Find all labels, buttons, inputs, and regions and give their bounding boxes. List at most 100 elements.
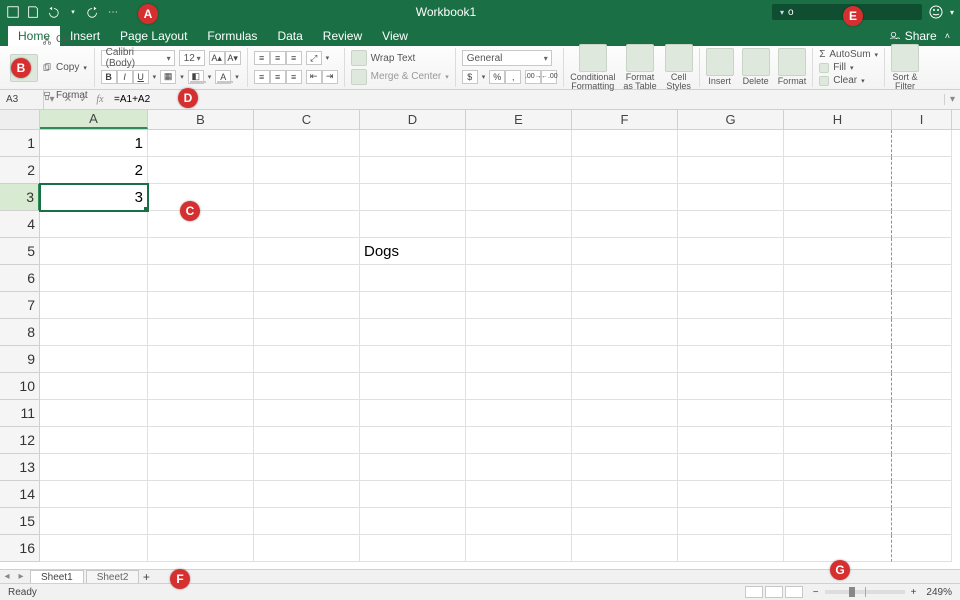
cell-E11[interactable] — [466, 400, 572, 427]
collapse-ribbon-icon[interactable]: ˄ — [945, 31, 950, 41]
cell-G3[interactable] — [678, 184, 784, 211]
clear-button[interactable]: Clear▾ — [819, 75, 878, 86]
cell-C3[interactable] — [254, 184, 360, 211]
cell-D5[interactable]: Dogs — [360, 238, 466, 265]
save-icon[interactable] — [26, 5, 40, 19]
cell-C2[interactable] — [254, 157, 360, 184]
underline-dropdown[interactable]: ▾ — [153, 73, 157, 81]
underline-button[interactable]: U — [133, 70, 149, 84]
cell-D3[interactable] — [360, 184, 466, 211]
comma-button[interactable]: , — [505, 70, 521, 84]
cell-H5[interactable] — [784, 238, 892, 265]
view-normal-button[interactable] — [745, 586, 763, 598]
cell-A12[interactable] — [40, 427, 148, 454]
row-header-13[interactable]: 13 — [0, 454, 40, 481]
spreadsheet-grid[interactable]: ABCDEFGHI 11223345Dogs678910111213141516 — [0, 110, 960, 569]
cell-A11[interactable] — [40, 400, 148, 427]
cell-I9[interactable] — [892, 346, 952, 373]
column-header-A[interactable]: A — [40, 110, 148, 129]
cell-H14[interactable] — [784, 481, 892, 508]
cell-C9[interactable] — [254, 346, 360, 373]
cell-H6[interactable] — [784, 265, 892, 292]
align-top-button[interactable]: ≡ — [254, 51, 270, 65]
cell-C13[interactable] — [254, 454, 360, 481]
cell-H2[interactable] — [784, 157, 892, 184]
cell-C16[interactable] — [254, 535, 360, 562]
cell-B4[interactable] — [148, 211, 254, 238]
cell-B5[interactable] — [148, 238, 254, 265]
cell-B8[interactable] — [148, 319, 254, 346]
cell-B3[interactable] — [148, 184, 254, 211]
sheet-tab-sheet2[interactable]: Sheet2 — [86, 570, 140, 583]
cell-G5[interactable] — [678, 238, 784, 265]
feedback-icon[interactable] — [928, 4, 944, 20]
cell-A16[interactable] — [40, 535, 148, 562]
cell-E9[interactable] — [466, 346, 572, 373]
cell-H16[interactable] — [784, 535, 892, 562]
column-header-C[interactable]: C — [254, 110, 360, 129]
conditional-formatting-button[interactable]: Conditional Formatting — [570, 44, 615, 92]
fill-color-button[interactable]: ◧ — [188, 70, 204, 84]
ribbon-tab-formulas[interactable]: Formulas — [197, 26, 267, 46]
cell-D13[interactable] — [360, 454, 466, 481]
cell-D4[interactable] — [360, 211, 466, 238]
row-header-6[interactable]: 6 — [0, 265, 40, 292]
format-as-table-button[interactable]: Format as Table — [623, 44, 656, 92]
app-menu-icon[interactable] — [6, 5, 20, 19]
cell-G6[interactable] — [678, 265, 784, 292]
accept-formula-icon[interactable]: ✓ — [76, 94, 92, 105]
cell-D7[interactable] — [360, 292, 466, 319]
cell-styles-button[interactable]: Cell Styles — [665, 44, 693, 92]
orientation-dropdown[interactable]: ▾ — [326, 54, 330, 62]
cell-E10[interactable] — [466, 373, 572, 400]
cell-G1[interactable] — [678, 130, 784, 157]
cell-A5[interactable] — [40, 238, 148, 265]
format-cells-button[interactable]: Format — [778, 48, 807, 86]
cell-I15[interactable] — [892, 508, 952, 535]
row-header-10[interactable]: 10 — [0, 373, 40, 400]
cell-E13[interactable] — [466, 454, 572, 481]
indent-button[interactable]: ⇥ — [322, 70, 338, 84]
cell-H13[interactable] — [784, 454, 892, 481]
increase-decimal-button[interactable]: .00→ — [525, 70, 541, 84]
column-header-F[interactable]: F — [572, 110, 678, 129]
font-shrink-button[interactable]: A▾ — [225, 51, 241, 65]
wrap-text-button[interactable]: Wrap Text — [351, 50, 449, 67]
cell-F7[interactable] — [572, 292, 678, 319]
cell-G16[interactable] — [678, 535, 784, 562]
cell-B15[interactable] — [148, 508, 254, 535]
sheet-tab-sheet1[interactable]: Sheet1 — [30, 570, 84, 583]
cell-F12[interactable] — [572, 427, 678, 454]
align-middle-button[interactable]: ≡ — [270, 51, 286, 65]
zoom-out-button[interactable]: − — [813, 587, 819, 598]
zoom-slider[interactable] — [825, 590, 905, 594]
cell-B6[interactable] — [148, 265, 254, 292]
cell-B7[interactable] — [148, 292, 254, 319]
cell-D10[interactable] — [360, 373, 466, 400]
cell-I14[interactable] — [892, 481, 952, 508]
cell-C5[interactable] — [254, 238, 360, 265]
cell-D9[interactable] — [360, 346, 466, 373]
name-box[interactable]: A3 — [0, 90, 44, 109]
cell-E2[interactable] — [466, 157, 572, 184]
cell-I5[interactable] — [892, 238, 952, 265]
cell-F5[interactable] — [572, 238, 678, 265]
cell-D11[interactable] — [360, 400, 466, 427]
ribbon-tab-review[interactable]: Review — [313, 26, 372, 46]
row-header-14[interactable]: 14 — [0, 481, 40, 508]
redo-icon[interactable] — [86, 5, 100, 19]
cell-C8[interactable] — [254, 319, 360, 346]
cell-H15[interactable] — [784, 508, 892, 535]
cell-F14[interactable] — [572, 481, 678, 508]
cell-A13[interactable] — [40, 454, 148, 481]
cell-E5[interactable] — [466, 238, 572, 265]
cell-I11[interactable] — [892, 400, 952, 427]
cell-F4[interactable] — [572, 211, 678, 238]
cell-F8[interactable] — [572, 319, 678, 346]
delete-cells-button[interactable]: Delete — [742, 48, 770, 86]
ribbon-tab-view[interactable]: View — [372, 26, 418, 46]
cell-A15[interactable] — [40, 508, 148, 535]
merge-center-button[interactable]: Merge & Center▾ — [351, 69, 449, 86]
cell-G4[interactable] — [678, 211, 784, 238]
cell-G11[interactable] — [678, 400, 784, 427]
